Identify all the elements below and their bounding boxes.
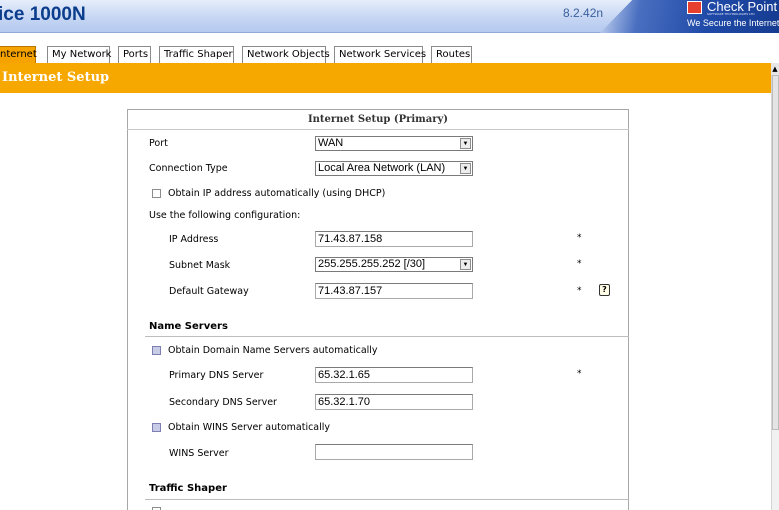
auto-dns-label: Obtain Domain Name Servers automatically <box>168 345 378 356</box>
connection-type-value: Local Area Network (LAN) <box>318 162 446 174</box>
section-divider <box>145 336 629 337</box>
required-mark: * <box>577 259 582 269</box>
connection-type-label: Connection Type <box>149 163 228 174</box>
brand-subtitle: SOFTWARE TECHNOLOGIES LTD <box>707 12 755 16</box>
chevron-down-icon[interactable]: ▼ <box>460 259 471 270</box>
product-title: ice 1000N <box>0 4 86 25</box>
tab-routes[interactable]: Routes <box>431 46 472 63</box>
check-point-logo-icon <box>687 1 702 14</box>
use-config-label: Use the following configuration: <box>149 210 301 221</box>
primary-dns-input[interactable]: 65.32.1.65 <box>315 367 473 383</box>
section-divider <box>145 499 629 500</box>
connection-type-select[interactable]: Local Area Network (LAN) ▼ <box>315 161 473 176</box>
firmware-version: 8.2.42n <box>563 6 604 20</box>
dhcp-label: Obtain IP address automatically (using D… <box>168 188 386 199</box>
primary-dns-label: Primary DNS Server <box>169 370 264 381</box>
panel-title: Internet Setup (Primary) <box>127 109 629 130</box>
required-mark: * <box>577 286 582 296</box>
tab-traffic-shaper[interactable]: Traffic Shaper <box>159 46 234 63</box>
tab-internet[interactable]: nternet <box>0 46 37 63</box>
subnet-mask-value: 255.255.255.252 [/30] <box>318 258 426 270</box>
wins-server-label: WINS Server <box>169 448 229 459</box>
traffic-shaper-heading: Traffic Shaper <box>149 483 227 494</box>
default-gateway-input[interactable]: 71.43.87.157 <box>315 283 473 299</box>
wins-server-input[interactable] <box>315 444 473 460</box>
default-gateway-label: Default Gateway <box>169 286 249 297</box>
port-select[interactable]: WAN ▼ <box>315 136 473 151</box>
auto-wins-checkbox[interactable] <box>152 423 161 432</box>
dhcp-checkbox[interactable] <box>152 189 161 198</box>
auto-wins-label: Obtain WINS Server automatically <box>168 422 331 433</box>
section-banner: Internet Setup <box>0 63 771 93</box>
brand-tagline: We Secure the Internet <box>687 18 779 28</box>
secondary-dns-input[interactable]: 65.32.1.70 <box>315 394 473 410</box>
chevron-down-icon[interactable]: ▼ <box>460 138 471 149</box>
tab-ports[interactable]: Ports <box>118 46 151 63</box>
help-icon[interactable]: ? <box>599 284 610 296</box>
scrollbar-thumb[interactable] <box>772 75 779 430</box>
name-servers-heading: Name Servers <box>149 321 228 332</box>
tab-my-network[interactable]: My Network <box>47 46 111 63</box>
port-select-value: WAN <box>318 137 344 149</box>
required-mark: * <box>577 233 582 243</box>
secondary-dns-label: Secondary DNS Server <box>169 397 277 408</box>
port-label: Port <box>149 138 168 149</box>
tab-network-objects[interactable]: Network Objects <box>242 46 330 63</box>
required-mark: * <box>577 369 582 379</box>
page-title: Internet Setup <box>2 70 110 85</box>
ip-address-label: IP Address <box>169 234 219 245</box>
ip-address-input[interactable]: 71.43.87.158 <box>315 231 473 247</box>
subnet-mask-label: Subnet Mask <box>169 260 231 271</box>
subnet-mask-select[interactable]: 255.255.255.252 [/30] ▼ <box>315 257 473 272</box>
auto-dns-checkbox[interactable] <box>152 346 161 355</box>
tab-network-services[interactable]: Network Services <box>334 46 426 63</box>
scroll-up-icon[interactable]: ▲ <box>771 63 779 75</box>
chevron-down-icon[interactable]: ▼ <box>460 163 471 174</box>
